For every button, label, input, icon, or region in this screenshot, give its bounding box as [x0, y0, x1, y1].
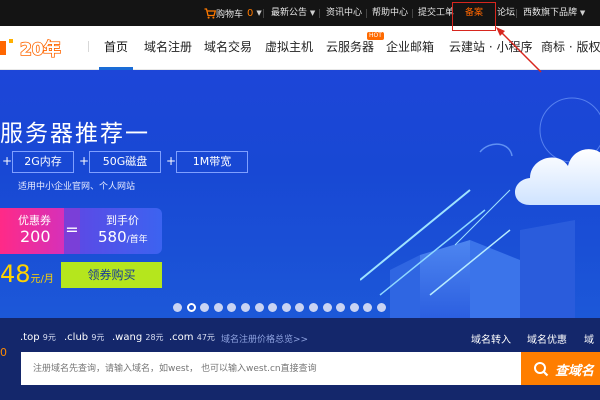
tld-price: 9元 [42, 333, 56, 342]
domain-more-link[interactable]: 域 [584, 331, 594, 346]
carousel-dot[interactable] [349, 303, 359, 312]
carousel-dot[interactable] [186, 303, 196, 312]
tld-price: 47元 [196, 333, 215, 342]
main-nav: 20年 首页 域名注册 域名交易 虚拟主机 云服务器 HOT 企业邮箱 云建站 … [0, 26, 600, 70]
domain-discount-link[interactable]: 域名优惠 [527, 331, 567, 346]
spec-bandwidth: 1M带宽 [176, 151, 248, 173]
tld-name: .club [64, 332, 89, 343]
divider [412, 9, 413, 18]
carousel-dot[interactable] [281, 303, 291, 312]
chevron-down-icon: ▼ [256, 9, 262, 17]
carousel-dot[interactable] [376, 303, 386, 312]
domain-search-input[interactable] [21, 352, 521, 385]
nav-item-home[interactable]: 首页 [104, 39, 128, 55]
tld-com[interactable]: .com 47元 [169, 332, 215, 343]
carousel-dot[interactable] [308, 303, 318, 312]
carousel-dots [173, 303, 391, 313]
help-link[interactable]: 帮助中心 [372, 7, 408, 19]
hot-badge: HOT [367, 32, 384, 40]
domain-search-section: .top 9元 .club 9元 .wang 28元 .com 47元 域名注册… [0, 318, 600, 400]
plus-icon: + [2, 154, 13, 168]
final-price-label: 到手价 [106, 214, 139, 227]
coupon-card: 优惠券 200 [0, 208, 64, 254]
divider [319, 9, 320, 18]
nav-item-enterprise-mail[interactable]: 企业邮箱 [386, 39, 434, 55]
divider [88, 41, 89, 52]
claim-coupon-buy-button[interactable]: 领券购买 [61, 262, 162, 288]
monthly-price: 48元/月 [0, 260, 54, 294]
hero-title: 服务器推荐一 [0, 121, 150, 147]
final-price-value: 580 [98, 228, 127, 246]
carousel-dot[interactable] [254, 303, 264, 312]
left-edge-mark: 0 [0, 346, 7, 359]
tld-name: .com [169, 332, 194, 343]
monthly-price-value: 48 [0, 260, 31, 288]
cart-icon [204, 7, 216, 19]
tld-name: .wang [112, 332, 143, 343]
site-logo[interactable]: 20年 [0, 37, 78, 61]
final-price-unit: /首年 [126, 235, 148, 245]
brands-link[interactable]: 西数旗下品牌 ▼ [523, 7, 585, 19]
chevron-down-icon: ▼ [579, 9, 586, 17]
carousel-dot[interactable] [173, 303, 182, 312]
carousel-dot[interactable] [227, 303, 237, 312]
divider [516, 9, 517, 18]
tld-club[interactable]: .club 9元 [64, 332, 104, 343]
divider [263, 9, 264, 18]
plus-icon: + [166, 154, 177, 168]
carousel-dot[interactable] [336, 303, 346, 312]
plus-icon: + [79, 154, 90, 168]
carousel-dot[interactable] [295, 303, 305, 312]
announcements-label: 最新公告 [271, 8, 308, 18]
final-price: 580/首年 [98, 228, 148, 246]
logo-text: 20年 [20, 39, 61, 59]
domain-search-button[interactable]: 查域名 [521, 352, 600, 385]
hero-banner[interactable]: 服务器推荐一 + 2G内存 + 50G磁盘 + 1M带宽 适用中小企业官网、个人… [0, 70, 600, 318]
carousel-dot[interactable] [240, 303, 250, 312]
nav-item-domain-register[interactable]: 域名注册 [144, 39, 192, 55]
spec-disk: 50G磁盘 [89, 151, 161, 173]
top-bar: 购物车 0 ▼ 最新公告 ▼ 资讯中心 帮助中心 提交工单 备案 论坛 西数旗下… [0, 0, 600, 26]
domain-search-label: 查域名 [555, 364, 595, 379]
domain-transfer-link[interactable]: 域名转入 [471, 331, 511, 346]
coupon-label: 优惠券 [18, 214, 51, 227]
forum-link[interactable]: 论坛 [497, 7, 515, 19]
tld-price: 28元 [145, 333, 164, 342]
nav-item-domain-trade[interactable]: 域名交易 [204, 39, 252, 55]
chevron-down-icon: ▼ [309, 9, 316, 17]
tld-wang[interactable]: .wang 28元 [112, 332, 164, 343]
domain-price-overview-link[interactable]: 域名注册价格总览>> [221, 332, 308, 345]
news-link[interactable]: 资讯中心 [326, 7, 362, 19]
ticket-link[interactable]: 提交工单 [418, 7, 454, 19]
carousel-dot[interactable] [200, 303, 210, 312]
cart-link[interactable]: 购物车 0 ▼ [204, 6, 262, 20]
carousel-dot[interactable] [322, 303, 332, 312]
brands-label: 西数旗下品牌 [523, 8, 578, 18]
nav-item-cloud-server[interactable]: 云服务器 [326, 39, 374, 55]
cloud-illustration [360, 97, 600, 318]
hero-subtitle: 适用中小企业官网、个人网站 [18, 182, 136, 192]
spec-memory: 2G内存 [12, 151, 74, 173]
page: 购物车 0 ▼ 最新公告 ▼ 资讯中心 帮助中心 提交工单 备案 论坛 西数旗下… [0, 0, 600, 400]
cart-count: 0 [247, 7, 254, 19]
equals-icon: = [64, 208, 80, 254]
nav-item-virtual-host[interactable]: 虚拟主机 [265, 39, 313, 55]
nav-item-site-builder[interactable]: 云建站 · 小程序 [449, 39, 532, 55]
tld-top[interactable]: .top 9元 [20, 332, 56, 343]
coupon-value: 200 [20, 227, 51, 246]
divider [366, 9, 367, 18]
cart-label: 购物车 [216, 9, 244, 20]
announcements-link[interactable]: 最新公告 ▼ [271, 7, 315, 19]
carousel-dot[interactable] [213, 303, 223, 312]
final-price-card: 到手价 580/首年 [80, 208, 162, 254]
tld-price: 9元 [91, 333, 105, 342]
tld-name: .top [20, 332, 40, 343]
carousel-dot[interactable] [363, 303, 373, 312]
monthly-price-unit: 元/月 [30, 274, 54, 285]
nav-item-trademark[interactable]: 商标 · 版权 [541, 39, 600, 55]
carousel-dot[interactable] [268, 303, 278, 312]
search-icon [534, 362, 549, 377]
annotation-highlight-box [452, 2, 496, 31]
logo-graphic: 20年 [0, 38, 61, 61]
